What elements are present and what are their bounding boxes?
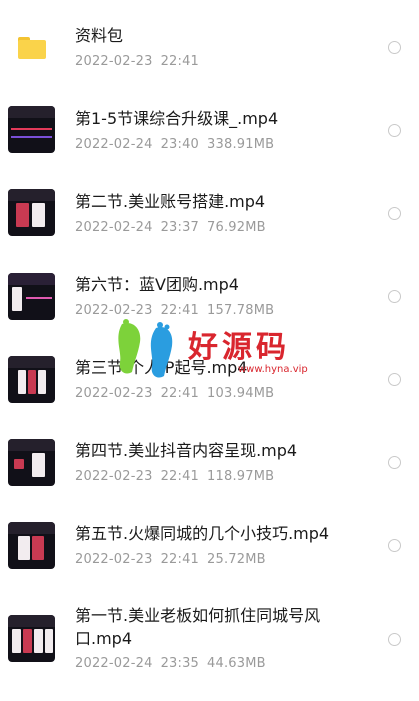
file-time: 22:41 [160, 552, 200, 567]
file-size: 76.92MB [207, 220, 266, 235]
file-size: 118.97MB [207, 469, 275, 484]
file-date: 2022-02-24 [75, 656, 153, 671]
file-time: 22:41 [160, 469, 200, 484]
select-radio[interactable] [388, 633, 401, 646]
file-date: 2022-02-23 [75, 469, 153, 484]
select-radio[interactable] [388, 539, 401, 552]
file-time: 22:41 [160, 386, 200, 401]
list-item[interactable]: 第一节.美业老板如何抓住同城号风口.mp4 2022-02-24 23:35 44.… [0, 590, 419, 690]
file-name: 第一节.美业老板如何抓住同城号风口.mp4 [75, 606, 321, 648]
video-thumbnail [8, 522, 55, 569]
file-name: 第五节.火爆同城的几个小技巧.mp4 [75, 524, 330, 543]
file-size: 44.63MB [207, 656, 266, 671]
select-radio[interactable] [388, 124, 401, 137]
file-name: 第四节.美业抖音内容呈现.mp4 [75, 441, 298, 460]
video-thumbnail [8, 615, 55, 662]
file-meta: 2022-02-24 23:37 76.92MB [75, 220, 274, 235]
file-date: 2022-02-23 [75, 386, 153, 401]
file-meta: 2022-02-23 22:41 [75, 54, 207, 69]
file-date: 2022-02-23 [75, 303, 153, 318]
file-date: 2022-02-24 [75, 137, 153, 152]
video-thumbnail [8, 356, 55, 403]
video-thumbnail [8, 106, 55, 153]
file-meta: 2022-02-23 22:41 25.72MB [75, 552, 274, 567]
file-date: 2022-02-24 [75, 220, 153, 235]
file-meta: 2022-02-24 23:35 44.63MB [75, 656, 274, 671]
file-time: 23:40 [160, 137, 200, 152]
select-radio[interactable] [388, 207, 401, 220]
select-radio[interactable] [388, 456, 401, 469]
file-size: 103.94MB [207, 386, 275, 401]
video-thumbnail [8, 189, 55, 236]
file-name: 第1-5节课综合升级课_.mp4 [75, 109, 279, 128]
file-size: 25.72MB [207, 552, 266, 567]
file-time: 22:41 [160, 303, 200, 318]
file-time: 23:37 [160, 220, 200, 235]
select-radio[interactable] [388, 41, 401, 54]
file-name: 第三节.个人IP起号.mp4 [75, 358, 248, 377]
file-list: 资料包 2022-02-23 22:41 第1-5节课综合升级课_.mp4 202… [0, 0, 419, 701]
file-name: 第六节：蓝V团购.mp4 [75, 275, 239, 294]
list-item[interactable]: 第五节.火爆同城的几个小技巧.mp4 2022-02-23 22:41 25.72M… [0, 507, 419, 587]
file-date: 2022-02-23 [75, 552, 153, 567]
file-meta: 2022-02-24 23:40 338.91MB [75, 137, 282, 152]
file-size: 338.91MB [207, 137, 275, 152]
file-meta: 2022-02-23 22:41 118.97MB [75, 469, 282, 484]
video-thumbnail [8, 273, 55, 320]
list-item[interactable]: 第四节.美业抖音内容呈现.mp4 2022-02-23 22:41 118.97MB [0, 424, 419, 504]
file-date: 2022-02-23 [75, 54, 153, 69]
list-item[interactable]: 第六节：蓝V团购.mp4 2022-02-23 22:41 157.78MB [0, 258, 419, 338]
file-size: 157.78MB [207, 303, 275, 318]
list-item[interactable]: 第1-5节课综合升级课_.mp4 2022-02-24 23:40 338.91MB [0, 91, 419, 171]
select-radio[interactable] [388, 373, 401, 386]
folder-icon [18, 37, 46, 59]
video-thumbnail [8, 439, 55, 486]
select-radio[interactable] [388, 290, 401, 303]
file-meta: 2022-02-23 22:41 157.78MB [75, 303, 282, 318]
file-meta: 2022-02-23 22:41 103.94MB [75, 386, 282, 401]
file-name: 资料包 [75, 26, 124, 45]
file-time: 23:35 [160, 656, 200, 671]
file-name: 第二节.美业账号搭建.mp4 [75, 192, 266, 211]
list-item[interactable]: 第二节.美业账号搭建.mp4 2022-02-24 23:37 76.92MB [0, 175, 419, 255]
file-time: 22:41 [160, 54, 200, 69]
list-item-folder[interactable]: 资料包 2022-02-23 22:41 [0, 8, 419, 88]
list-item[interactable]: 第三节.个人IP起号.mp4 2022-02-23 22:41 103.94MB [0, 341, 419, 421]
